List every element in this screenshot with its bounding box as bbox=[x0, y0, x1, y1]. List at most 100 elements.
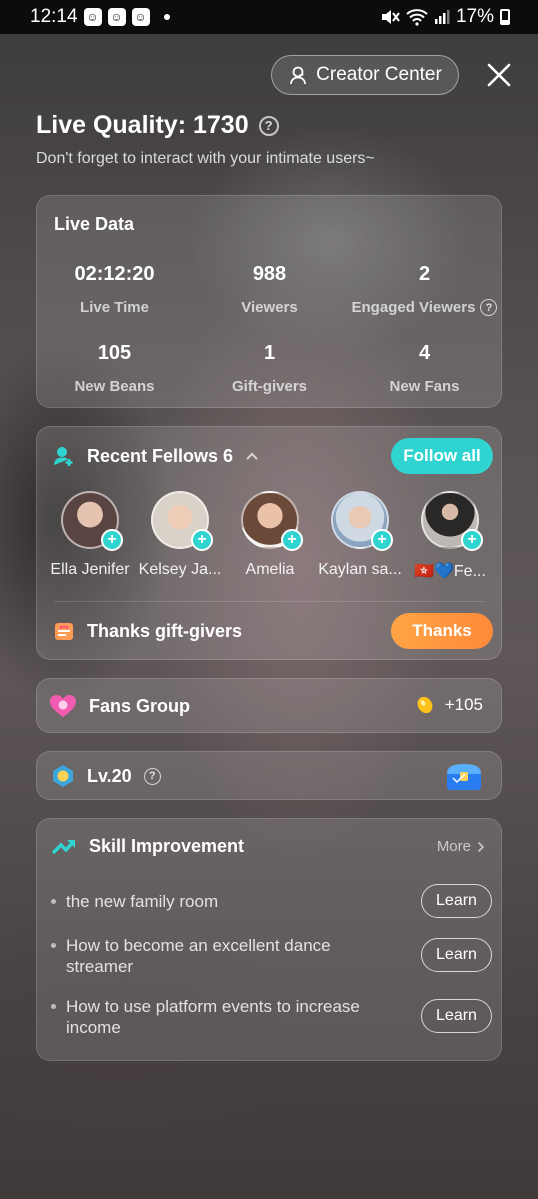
avatar[interactable]: + bbox=[61, 491, 123, 551]
fellow-name: Amelia bbox=[245, 561, 295, 578]
follow-plus-icon[interactable]: + bbox=[101, 529, 123, 551]
avatar[interactable]: + bbox=[331, 491, 393, 551]
bullet bbox=[51, 899, 56, 904]
notification-app-icon: ☺ bbox=[131, 8, 150, 26]
fellow-name: Kelsey Ja... bbox=[138, 561, 222, 578]
gift-card-icon bbox=[55, 623, 73, 640]
skill-tip-text: How to become an excellent dance streame… bbox=[66, 936, 331, 976]
stat-value: 105 bbox=[97, 342, 132, 364]
level-badge-icon bbox=[53, 765, 73, 787]
fellow-item[interactable]: + Kelsey Ja... bbox=[135, 491, 225, 579]
avatar[interactable]: + bbox=[421, 491, 483, 551]
follow-plus-icon[interactable]: + bbox=[281, 529, 303, 551]
heart-group-icon bbox=[50, 695, 76, 717]
stat-engaged-viewers: 2 Engaged Viewers? bbox=[347, 263, 502, 316]
bean-icon bbox=[417, 696, 433, 714]
fellow-name: 🇭🇰💙Fe... bbox=[414, 563, 486, 580]
more-label: More bbox=[436, 838, 471, 855]
stat-viewers: 988 Viewers bbox=[192, 263, 347, 316]
fans-group-header: Fans Group bbox=[49, 693, 190, 719]
fans-group-beans: +105 bbox=[415, 695, 483, 715]
stat-gift-givers: 1 Gift-givers bbox=[192, 342, 347, 395]
chevron-right-icon bbox=[477, 841, 485, 852]
stat-value: 2 bbox=[418, 263, 431, 285]
status-bar: 12:14 ☺ ☺ ☺ 17% bbox=[0, 0, 538, 34]
close-icon bbox=[487, 63, 511, 87]
creator-center-button[interactable]: Creator Center bbox=[271, 55, 459, 95]
level-title: Lv.20 bbox=[87, 765, 132, 786]
battery-icon bbox=[500, 9, 510, 25]
thanks-gift-givers-row: Thanks gift-givers bbox=[53, 620, 242, 642]
mute-icon bbox=[381, 10, 400, 24]
page-subtitle: Don't forget to interact with your intim… bbox=[36, 150, 375, 167]
skill-tip-text: How to use platform events to increase i… bbox=[66, 997, 360, 1037]
more-notifications-icon bbox=[163, 14, 170, 20]
help-icon[interactable]: ? bbox=[258, 115, 279, 136]
level-card[interactable]: Lv.20 ? bbox=[36, 751, 502, 800]
fans-group-card[interactable]: Fans Group +105 bbox=[36, 678, 502, 733]
recent-fellows-card: Recent Fellows 6 Follow all + Ella Jenif… bbox=[36, 426, 502, 660]
skill-tip: How to become an excellent dance streame… bbox=[51, 935, 401, 977]
stat-value: 1 bbox=[263, 342, 276, 364]
stat-new-beans: 105 New Beans bbox=[37, 342, 192, 395]
live-quality-title: Live Quality: 1730 bbox=[36, 111, 249, 139]
skill-title: Skill Improvement bbox=[89, 836, 245, 856]
follow-plus-icon[interactable]: + bbox=[461, 529, 483, 551]
divider bbox=[54, 601, 484, 602]
stat-new-fans: 4 New Fans bbox=[347, 342, 502, 395]
live-data-card: Live Data 02:12:20 Live Time 988 Viewers… bbox=[36, 195, 502, 408]
notification-app-icon: ☺ bbox=[83, 8, 102, 26]
engaged-viewers-help-icon[interactable]: ? bbox=[480, 299, 498, 316]
close-button[interactable] bbox=[484, 60, 514, 90]
stat-label: Viewers bbox=[241, 299, 298, 316]
learn-button[interactable]: Learn bbox=[421, 938, 492, 972]
stat-value: 988 bbox=[252, 263, 287, 285]
fans-group-title: Fans Group bbox=[89, 695, 191, 716]
thanks-title: Thanks gift-givers bbox=[87, 620, 243, 641]
skill-tip-text: the new family room bbox=[66, 892, 219, 911]
fellow-name: Ella Jenifer bbox=[50, 561, 130, 578]
level-header: Lv.20 ? bbox=[51, 764, 161, 788]
signal-icon bbox=[434, 10, 450, 24]
stat-label: Gift-givers bbox=[231, 378, 307, 395]
avatar[interactable]: + bbox=[151, 491, 213, 551]
follow-all-button[interactable]: Follow all bbox=[391, 438, 493, 474]
recent-fellows-title: Recent Fellows 6 bbox=[87, 445, 234, 466]
stat-label: Engaged Viewers bbox=[351, 299, 476, 316]
page-title: Live Quality: 1730 ? bbox=[36, 111, 279, 140]
fellow-item[interactable]: + Ella Jenifer bbox=[45, 491, 135, 579]
live-data-title: Live Data bbox=[54, 214, 135, 234]
follow-plus-icon[interactable]: + bbox=[371, 529, 393, 551]
battery-percent: 17% bbox=[455, 6, 494, 27]
creator-center-label: Creator Center bbox=[316, 64, 442, 85]
stat-live-time: 02:12:20 Live Time bbox=[37, 263, 192, 316]
learn-button[interactable]: Learn bbox=[421, 884, 492, 918]
bullet bbox=[51, 943, 56, 948]
learn-button[interactable]: Learn bbox=[421, 999, 492, 1033]
skill-tip: the new family room bbox=[51, 891, 401, 912]
status-time: 12:14 bbox=[30, 6, 78, 27]
stat-value: 02:12:20 bbox=[74, 263, 155, 285]
level-help-icon[interactable]: ? bbox=[143, 767, 161, 785]
more-link[interactable]: More bbox=[437, 838, 485, 855]
thanks-button[interactable]: Thanks bbox=[391, 613, 493, 649]
fellow-item[interactable]: + 🇭🇰💙Fe... bbox=[405, 491, 495, 581]
skill-tip: How to use platform events to increase i… bbox=[51, 996, 401, 1038]
treasure-chest-icon[interactable] bbox=[445, 762, 483, 792]
stat-label: Live Time bbox=[80, 299, 149, 316]
skill-header: Skill Improvement bbox=[51, 836, 244, 857]
level-chest[interactable] bbox=[445, 762, 483, 792]
fellow-item[interactable]: + Kaylan sa... bbox=[315, 491, 405, 579]
avatar[interactable]: + bbox=[241, 491, 303, 551]
stat-label: New Fans bbox=[389, 378, 460, 395]
follow-plus-icon[interactable]: + bbox=[191, 529, 213, 551]
fellow-name: Kaylan sa... bbox=[318, 561, 402, 578]
stat-value: 4 bbox=[418, 342, 431, 364]
recent-fellows-header[interactable]: Recent Fellows 6 bbox=[53, 445, 259, 467]
stat-label: New Beans bbox=[74, 378, 155, 395]
headset-user-icon bbox=[290, 66, 307, 85]
chevron-up-icon[interactable] bbox=[245, 451, 259, 461]
user-plus-icon bbox=[54, 447, 73, 466]
skill-improvement-card: Skill Improvement More the new family ro… bbox=[36, 818, 502, 1061]
fellow-item[interactable]: + Amelia bbox=[225, 491, 315, 579]
